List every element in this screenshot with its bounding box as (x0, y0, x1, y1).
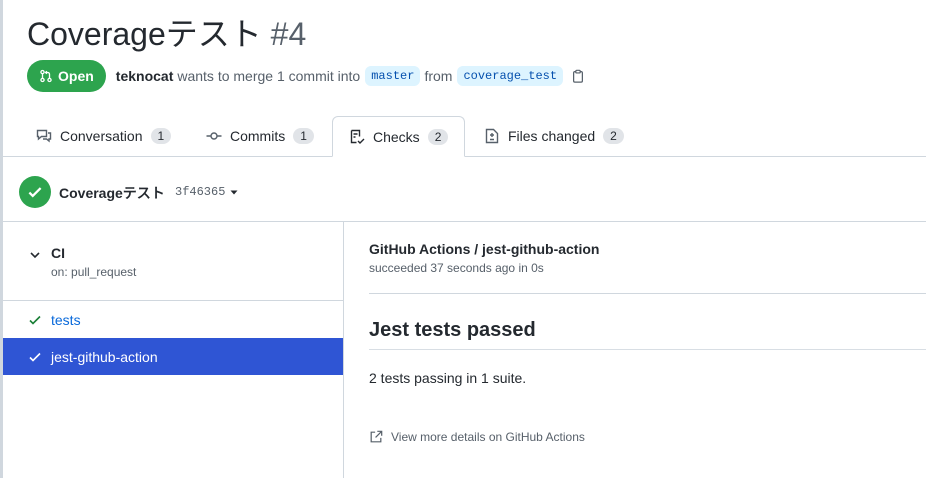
tab-conversation[interactable]: Conversation 1 (20, 116, 187, 156)
pr-author-link[interactable]: teknocat (116, 68, 174, 84)
pr-state-label: Open (58, 68, 94, 84)
link-external-icon (370, 430, 383, 443)
head-branch[interactable]: coverage_test (457, 66, 564, 86)
checks-sidebar: CI on: pull_request tests jest-github-ac… (3, 222, 344, 478)
commit-name: Coverageテスト (59, 185, 165, 201)
commit-sha: 3f46365 (175, 185, 226, 199)
check-suite[interactable]: CI on: pull_request (3, 222, 343, 301)
from-text: from (424, 68, 453, 84)
chevron-down-icon[interactable] (27, 247, 43, 263)
checklist-icon (350, 129, 365, 144)
comment-icon (36, 129, 52, 143)
check-run-tests[interactable]: tests (3, 301, 343, 338)
tab-counter: 1 (293, 128, 314, 144)
commit-icon (206, 132, 222, 140)
check-run-jest-github-action[interactable]: jest-github-action (3, 338, 343, 375)
pr-title-text: Coverageテスト (27, 16, 262, 52)
check-status: succeeded 37 seconds ago in 0s (369, 261, 544, 275)
commit-sha-dropdown[interactable]: 3f46365 (175, 185, 239, 199)
tab-commits[interactable]: Commits 1 (190, 116, 330, 156)
view-more-label: View more details on GitHub Actions (391, 430, 585, 444)
pr-number: #4 (270, 16, 307, 52)
merge-text: wants to merge 1 commit into (177, 68, 361, 84)
divider (369, 349, 926, 350)
pr-state-badge: Open (27, 60, 106, 92)
check-app-name: GitHub Actions / jest-github-action (369, 241, 600, 257)
commit-status-badge (19, 176, 51, 208)
check-run-label: tests (51, 311, 81, 328)
commit-bar: Coverageテスト 3f46365 (3, 157, 926, 222)
tab-label: Conversation (60, 128, 143, 144)
view-more-link[interactable]: View more details on GitHub Actions (369, 430, 585, 444)
file-diff-icon (485, 128, 499, 144)
pr-title: Coverageテスト #4 (27, 14, 306, 54)
tab-counter: 1 (150, 128, 172, 144)
check-icon (29, 352, 41, 362)
tab-checks[interactable]: Checks 2 (332, 116, 466, 157)
check-icon (29, 315, 41, 325)
divider (369, 293, 926, 294)
pr-tabs: Conversation 1 Commits 1 Checks 2 Files … (0, 116, 926, 157)
tab-label: Commits (230, 128, 286, 144)
tab-counter: 2 (427, 128, 449, 145)
tab-label: Files changed (508, 128, 596, 144)
tab-files-changed[interactable]: Files changed 2 (468, 116, 640, 156)
check-summary: 2 tests passing in 1 suite. (369, 370, 527, 386)
base-branch[interactable]: master (365, 66, 421, 86)
triangle-down-icon (230, 190, 238, 195)
check-heading: Jest tests passed (369, 319, 536, 341)
copy-icon[interactable] (571, 69, 585, 83)
suite-name: CI (51, 245, 65, 261)
check-icon (28, 187, 42, 198)
git-pull-request-icon (40, 69, 52, 83)
check-run-label: jest-github-action (51, 348, 158, 365)
tab-label: Checks (373, 128, 420, 145)
tab-counter: 2 (603, 128, 624, 144)
pr-meta: Open teknocat wants to merge 1 commit in… (27, 60, 585, 92)
suite-event: on: pull_request (51, 265, 137, 279)
